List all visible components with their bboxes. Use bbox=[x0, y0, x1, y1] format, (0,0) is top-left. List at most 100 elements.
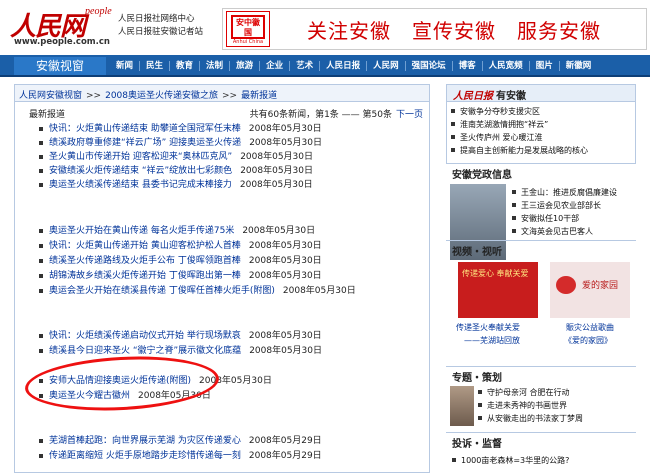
nav-link[interactable]: 博客 bbox=[451, 61, 482, 71]
video-thumb-song[interactable]: 爱的家园 bbox=[550, 262, 630, 318]
news-item[interactable]: 奥运圣火开始在黄山传递 每名火炬手传递75米 2008年05月30日 bbox=[39, 225, 315, 237]
site-header: 人民网people www.people.com.cn 人民日报社网络中心 人民… bbox=[0, 0, 650, 54]
seal-subtext: Anhui China bbox=[232, 39, 264, 45]
anhui-banner[interactable]: 安中徽国 Anhui China 关注安徽 宣传安徽 服务安徽 bbox=[222, 8, 647, 50]
video-caption[interactable]: 賑灾公益歌曲 bbox=[566, 322, 614, 333]
nav-link[interactable]: 新闻 bbox=[110, 61, 139, 71]
news-item[interactable]: 快讯：火炬黄山传递开始 黄山迎客松护松人首棒 2008年05月30日 bbox=[39, 240, 322, 252]
sidebar-link-text: 守护母亲河 合肥在行动 bbox=[487, 388, 570, 397]
news-item[interactable]: 绩溪圣火传递路线及火炬手公布 丁俊晖领跑首棒 2008年05月30日 bbox=[39, 255, 322, 267]
nav-link[interactable]: 新徽网 bbox=[558, 61, 598, 71]
nav-link[interactable]: 教育 bbox=[169, 61, 199, 71]
sidebar-link-text: 提高自主创新能力是发展战略的核心 bbox=[460, 146, 588, 155]
news-title[interactable]: 芜湖首棒起跑：向世界展示芜湖 为灾区传递爱心 bbox=[49, 436, 241, 446]
video-thumb-torch[interactable]: 传递爱心 奉献关爱 bbox=[458, 262, 538, 318]
nav-link[interactable]: 人民宽频 bbox=[481, 61, 529, 71]
breadcrumb-link[interactable]: 2008奥运圣火传递安徽之旅 bbox=[105, 91, 218, 101]
news-title[interactable]: 圣火黄山市传递开始 迎客松迎来“奥林匹克风” bbox=[49, 152, 232, 162]
news-item[interactable]: 奥运圣火绩溪传递结束 县委书记完成末棒接力 2008年05月30日 bbox=[39, 179, 313, 191]
breadcrumb-link[interactable]: 最新报道 bbox=[241, 91, 277, 101]
anhui-seal-logo: 安中徽国 Anhui China bbox=[226, 11, 270, 47]
news-title[interactable]: 快讯：火炬黄山传递开始 黄山迎客松护松人首棒 bbox=[49, 241, 241, 251]
video-caption[interactable]: 《爱的家园》 bbox=[564, 335, 612, 346]
news-item[interactable]: 绩溪政府尊重修建“祥云广场” 迎接奥运圣火传递 2008年05月30日 bbox=[39, 137, 322, 149]
sidebar-link[interactable]: 守护母亲河 合肥在行动 bbox=[476, 386, 583, 399]
news-item[interactable]: 快讯：火炬黄山传递结束 助攀道全国冠军任末棒 2008年05月30日 bbox=[39, 123, 322, 135]
right-sidebar: 人民日报 有安徽 安徽争分夺秒支援灾区 淮南芜湖激情拥抱“祥云” 圣火传庐州 爱心… bbox=[446, 84, 642, 473]
news-item[interactable]: 芜湖首棒起跑：向世界展示芜湖 为灾区传递爱心 2008年05月29日 bbox=[39, 435, 322, 447]
sidebar-link[interactable]: 从安徽走出的书法家丁梦周 bbox=[476, 412, 583, 425]
nav-link[interactable]: 图片 bbox=[528, 61, 559, 71]
banner-slogan: 关注安徽 宣传安徽 服务安徽 bbox=[307, 19, 601, 43]
nav-link[interactable]: 法制 bbox=[199, 61, 229, 71]
news-item[interactable]: 传递距离缩短 火炬手原地踏步走珍惜传递每一刻 2008年05月29日 bbox=[39, 450, 322, 462]
news-title[interactable]: 绩溪县今日迎来圣火 “徽宁之脊”展示徽文化底蕴 bbox=[49, 346, 241, 356]
sidebar-link[interactable]: 淮南芜湖激情拥抱“祥云” bbox=[449, 118, 633, 131]
nav-links: 新闻 民生 教育 法制 旅游 企业 艺术 人民日报 人民网 强国论坛 博客 人民… bbox=[110, 55, 597, 77]
nav-link[interactable]: 人民网 bbox=[366, 61, 405, 71]
news-item[interactable]: 胡锦涛故乡绩溪火炬传递开始 丁俊晖跑出第一棒 2008年05月30日 bbox=[39, 270, 322, 282]
nav-link[interactable]: 企业 bbox=[259, 61, 289, 71]
site-tab-anhui[interactable]: 安徽视窗 bbox=[14, 57, 106, 75]
nav-link[interactable]: 民生 bbox=[139, 61, 169, 71]
news-item[interactable]: 快讯：火炬绩溪传递启动仪式开始 举行现场默哀 2008年05月30日 bbox=[39, 330, 322, 342]
news-title[interactable]: 奥运圣火绩溪传递结束 县委书记完成末棒接力 bbox=[49, 180, 232, 190]
video-caption[interactable]: ——芜湖站回放 bbox=[464, 335, 520, 346]
nav-link[interactable]: 艺术 bbox=[289, 61, 319, 71]
bullet-icon bbox=[512, 190, 516, 194]
nav-link[interactable]: 人民日报 bbox=[319, 61, 366, 71]
site-url: www.people.com.cn bbox=[14, 37, 110, 47]
sidebar-link[interactable]: 提高自主创新能力是发展战略的核心 bbox=[449, 144, 633, 157]
nav-link[interactable]: 旅游 bbox=[229, 61, 259, 71]
news-title[interactable]: 快讯：火炬绩溪传递启动仪式开始 举行现场默哀 bbox=[49, 331, 241, 341]
news-item[interactable]: 奥运会圣火开始在绩溪县传递 丁俊晖任首棒火炬手(附图) 2008年05月30日 bbox=[39, 285, 356, 297]
sidebar-link[interactable]: 走进未秀神的书画世界 bbox=[476, 399, 583, 412]
breadcrumb-link[interactable]: 人民网安徽视窗 bbox=[19, 91, 82, 101]
sidebar-link[interactable]: 文海英会见古巴客人 bbox=[510, 225, 617, 238]
news-list-panel: 人民网安徽视窗 >> 2008奥运圣火传递安徽之旅 >> 最新报道 最新报道 共有60条… bbox=[14, 84, 430, 473]
box-title: 安徽党政信息 bbox=[452, 170, 512, 181]
news-title[interactable]: 胡锦涛故乡绩溪火炬传递开始 丁俊晖跑出第一棒 bbox=[49, 271, 241, 281]
sidebar-link-text: 1000亩老森林=3华里的公路? bbox=[461, 456, 570, 465]
news-title[interactable]: 绩溪政府尊重修建“祥云广场” 迎接奥运圣火传递 bbox=[49, 138, 241, 148]
bullet-icon bbox=[451, 135, 455, 139]
news-date: 2008年05月30日 bbox=[248, 256, 322, 266]
sidebar-link[interactable]: 安徽拟任10干部 bbox=[510, 212, 617, 225]
sidebar-link[interactable]: 圣火传庐州 爱心暖江淮 bbox=[449, 131, 633, 144]
topic-box: 专题・策划 守护母亲河 合肥在行动 走进未秀神的书画世界 从安徽走出的书法家丁梦… bbox=[446, 366, 636, 430]
nav-link[interactable]: 强国论坛 bbox=[404, 61, 452, 71]
video-caption[interactable]: 传递圣火奉献关爱 bbox=[456, 322, 520, 333]
sidebar-link-text: 安徽争分夺秒支援灾区 bbox=[460, 107, 540, 116]
topic-photo[interactable] bbox=[450, 386, 474, 426]
video-box: 视频・视听 传递爱心 奉献关爱 爱的家园 传递圣火奉献关爱 ——芜湖站回放 賑灾… bbox=[446, 240, 636, 358]
sidebar-link[interactable]: 1000亩老森林=3华里的公路? bbox=[450, 454, 569, 467]
next-page-link[interactable]: 下一页 bbox=[396, 110, 423, 120]
news-title[interactable]: 快讯：火炬黄山传递结束 助攀道全国冠军任末棒 bbox=[49, 124, 241, 134]
news-title[interactable]: 安徽绩溪火炬传递结束 “祥云”绽放出七彩颜色 bbox=[49, 166, 232, 176]
poster-text: 传递爱心 奉献关爱 bbox=[462, 269, 529, 278]
sidebar-link-text: 王三运会见农业部部长 bbox=[521, 201, 601, 210]
news-date: 2008年05月30日 bbox=[248, 331, 322, 341]
sidebar-link[interactable]: 王金山：推进反腐倡廉建设 bbox=[510, 186, 617, 199]
bullet-icon bbox=[451, 122, 455, 126]
news-item[interactable]: 安徽绩溪火炬传递结束 “祥云”绽放出七彩颜色 2008年05月30日 bbox=[39, 165, 313, 177]
bullet-icon bbox=[451, 148, 455, 152]
news-title[interactable]: 传递距离缩短 火炬手原地踏步走珍惜传递每一刻 bbox=[49, 451, 241, 461]
news-title[interactable]: 奥运会圣火开始在绩溪县传递 丁俊晖任首棒火炬手(附图) bbox=[49, 286, 275, 296]
news-title[interactable]: 绩溪圣火传递路线及火炬手公布 丁俊晖领跑首棒 bbox=[49, 256, 241, 266]
sidebar-link-text: 从安徽走出的书法家丁梦周 bbox=[487, 414, 583, 423]
news-title[interactable]: 奥运圣火开始在黄山传递 每名火炬手传递75米 bbox=[49, 226, 234, 236]
sidebar-link[interactable]: 王三运会见农业部部长 bbox=[510, 199, 617, 212]
news-item[interactable]: 圣火黄山市传递开始 迎客松迎来“奥林匹克风” 2008年05月30日 bbox=[39, 151, 313, 163]
logo-people: people bbox=[85, 6, 112, 17]
bullet-icon bbox=[512, 216, 516, 220]
news-item[interactable]: 绩溪县今日迎来圣火 “徽宁之脊”展示徽文化底蕴 2008年05月30日 bbox=[39, 345, 322, 357]
pager: 共有60条新闻，第1条 —— 第50条 下一页 bbox=[250, 107, 423, 120]
sidebar-link[interactable]: 安徽争分夺秒支援灾区 bbox=[449, 105, 633, 118]
heart-icon bbox=[556, 276, 576, 294]
box-header: 人民日报 有安徽 bbox=[447, 85, 635, 102]
main-nav: 安徽视窗 新闻 民生 教育 法制 旅游 企业 艺术 人民日报 人民网 强国论坛 … bbox=[0, 55, 650, 77]
people-logo[interactable]: 人民网people www.people.com.cn bbox=[10, 6, 112, 47]
news-date: 2008年05月29日 bbox=[248, 436, 322, 446]
rmrb-logo: 人民日报 bbox=[453, 91, 493, 102]
